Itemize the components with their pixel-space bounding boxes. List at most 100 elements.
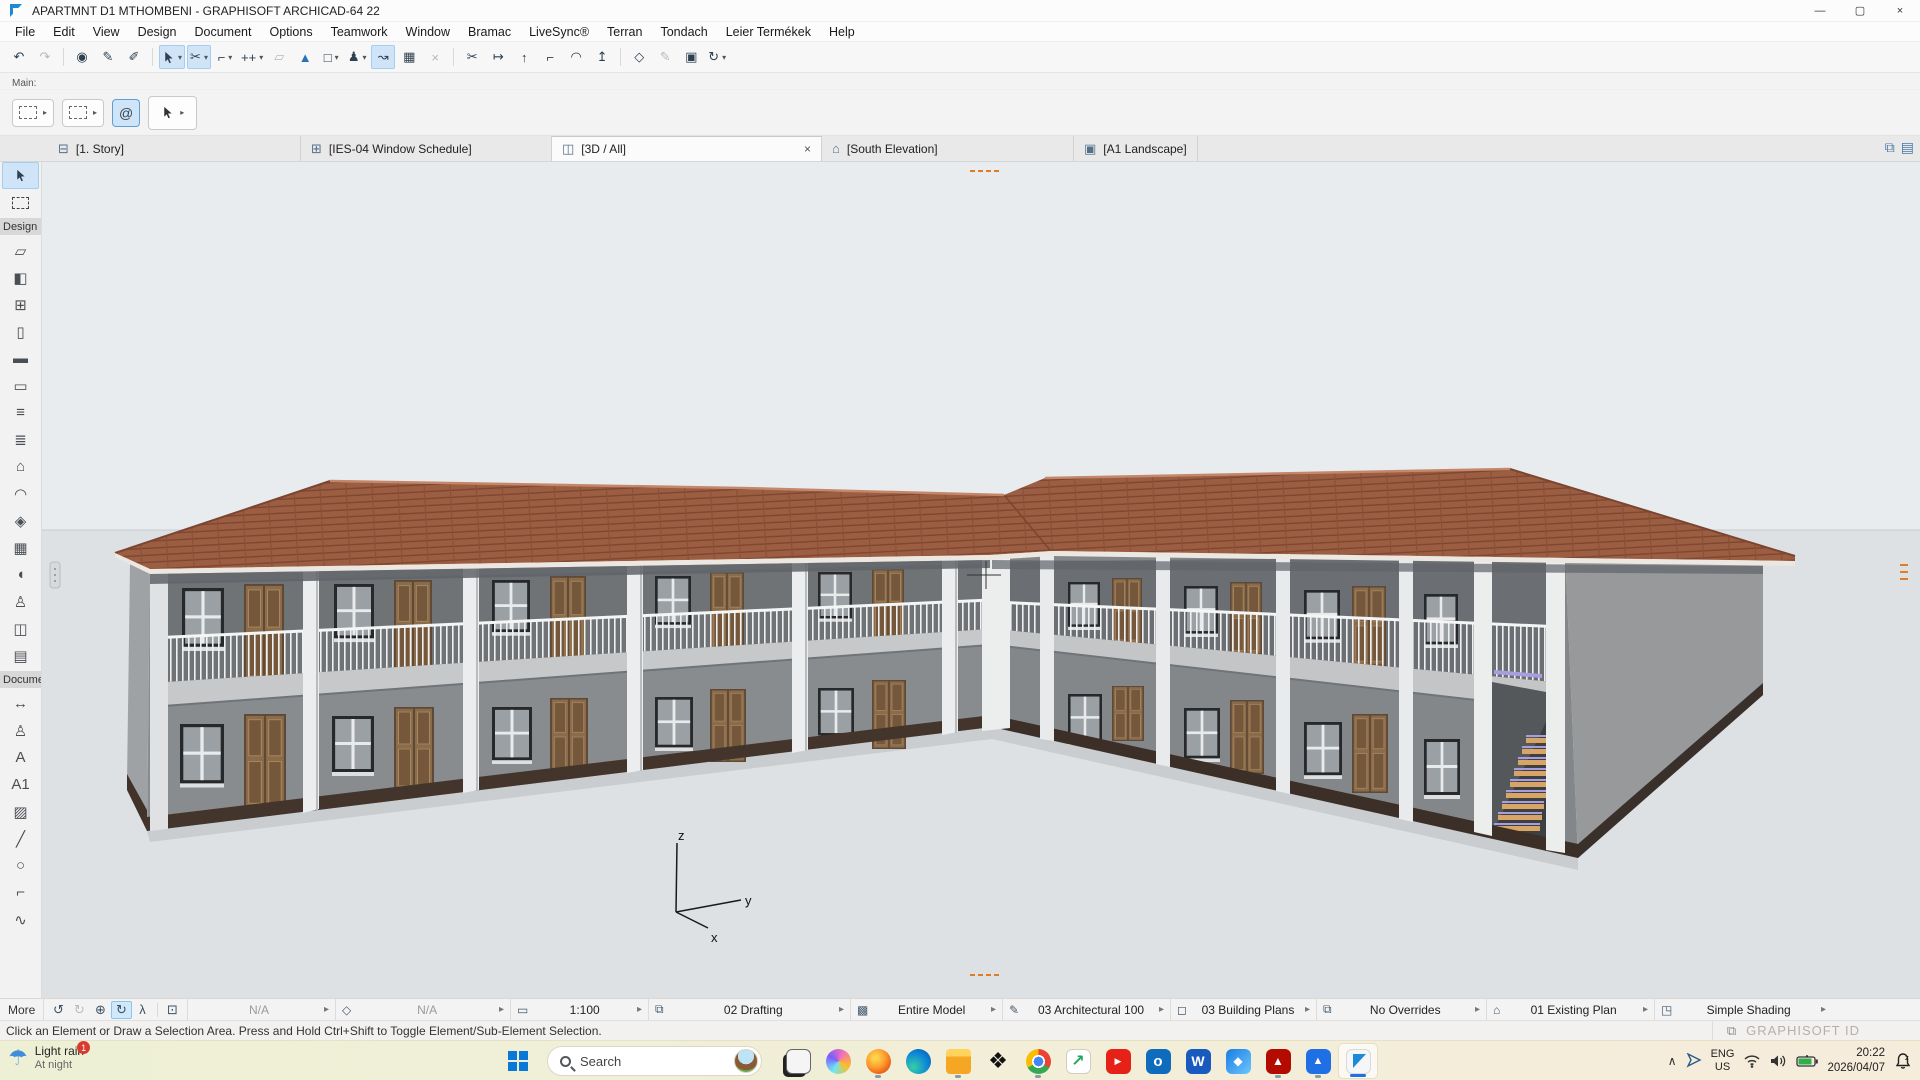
axis-z-label: z — [678, 828, 685, 843]
menu-item[interactable]: Terran — [598, 23, 651, 41]
segment-flyout-icon[interactable]: ▸ — [991, 1004, 996, 1015]
archicad-app-icon — [10, 4, 24, 17]
tab-overview-icon[interactable]: ⧉ — [1885, 139, 1895, 156]
graphisoft-id-label: GRAPHISOFT ID — [1746, 1023, 1860, 1038]
weather-widget[interactable]: ☂ 1 Light rain At night — [8, 1044, 84, 1072]
menu-item[interactable]: View — [84, 23, 129, 41]
segment-flyout-icon[interactable]: ▸ — [839, 1004, 844, 1015]
language-indicator[interactable]: ENG US — [1711, 1048, 1735, 1073]
segment-flyout-icon[interactable]: ▸ — [1643, 1004, 1648, 1015]
windows-taskbar: ☂ 1 Light rain At night Search — [0, 1040, 1920, 1080]
flyout-arrow-icon[interactable]: ▸ — [43, 108, 47, 117]
tab-label: [A1 Landscape] — [1103, 142, 1186, 156]
minimize-button[interactable]: — — [1800, 0, 1840, 21]
restore-windows-icon[interactable]: ⧉ — [1727, 1023, 1736, 1039]
tab-type-icon: ⊟ — [58, 141, 69, 157]
segment-icon: ⧉ — [1323, 1002, 1332, 1017]
running-indicator — [875, 1075, 881, 1078]
main-palette: ▸ ▸ @ ▸ — [0, 90, 1920, 136]
segment-flyout-icon[interactable]: ▸ — [1159, 1004, 1164, 1015]
tab-type-icon: ◫ — [562, 141, 574, 157]
location-icon[interactable] — [1686, 1053, 1702, 1069]
quick-options-segments: N/A ▸ ◇ N/A ▸ ▭ 1:100 ▸ ⧉ 02 Drafti — [187, 999, 1920, 1020]
menu-bar: FileEditViewDesignDocumentOptionsTeamwor… — [0, 22, 1920, 42]
marquee-box-icon — [12, 197, 29, 209]
segment-icon: ⧉ — [655, 1002, 664, 1017]
flyout-arrow-icon[interactable]: ▸ — [93, 108, 97, 117]
3d-viewport[interactable]: z y x — [42, 162, 1920, 998]
clock[interactable]: 20:22 2026/04/07 — [1827, 1046, 1885, 1076]
menu-item[interactable]: Help — [820, 23, 864, 41]
segment-icon: ⌂ — [1493, 1003, 1500, 1017]
dropdown-arrow-icon[interactable]: ▾ — [722, 53, 726, 62]
wifi-icon[interactable] — [1743, 1054, 1761, 1068]
search-box[interactable]: Search — [547, 1046, 762, 1076]
status-message: Click an Element or Draw a Selection Are… — [0, 1024, 1712, 1038]
segment-icon: ◳ — [1661, 1003, 1672, 1017]
dropdown-arrow-icon[interactable]: ▾ — [363, 53, 367, 62]
system-tray: ∧ ENG US 20:22 2026/04/07 z — [1668, 1041, 1912, 1080]
menu-item[interactable]: Leier Termékek — [717, 23, 820, 41]
menu-item[interactable]: Edit — [44, 23, 84, 41]
sky — [42, 162, 1920, 530]
dropdown-arrow-icon[interactable]: ▾ — [204, 53, 208, 62]
menu-item[interactable]: LiveSync® — [520, 23, 598, 41]
segment-flyout-icon[interactable]: ▸ — [324, 1004, 329, 1015]
tray-date: 2026/04/07 — [1827, 1061, 1885, 1076]
tab-label: [3D / All] — [581, 142, 626, 156]
battery-icon[interactable] — [1796, 1055, 1818, 1068]
tab-label: [IES-04 Window Schedule] — [329, 142, 472, 156]
archicad-window: APARTMNT D1 MTHOMBENI - GRAPHISOFT ARCHI… — [0, 0, 1920, 1080]
dropdown-arrow-icon[interactable]: ▾ — [228, 53, 232, 62]
menu-item[interactable]: Options — [260, 23, 321, 41]
search-icon — [560, 1056, 571, 1067]
segment-flyout-icon[interactable]: ▸ — [1305, 1004, 1310, 1015]
segment-flyout-icon[interactable]: ▸ — [1475, 1004, 1480, 1015]
menu-item[interactable]: File — [6, 23, 44, 41]
dropdown-arrow-icon[interactable]: ▾ — [335, 53, 339, 62]
umbrella-icon: ☂ — [8, 1045, 28, 1071]
tray-expand-icon[interactable]: ∧ — [1668, 1054, 1677, 1068]
more-button[interactable]: More — [0, 999, 44, 1020]
menu-item[interactable]: Bramac — [459, 23, 520, 41]
tab-type-icon: ▣ — [1084, 141, 1096, 157]
dropdown-arrow-icon[interactable]: ▾ — [259, 53, 263, 62]
cursor-arrow-icon — [161, 105, 174, 120]
navigation-controls: ↺↻⊕↻λ⊡ — [44, 999, 187, 1020]
axis-y-label: y — [745, 893, 752, 908]
segment-flyout-icon[interactable]: ▸ — [637, 1004, 642, 1015]
search-daily-image[interactable] — [734, 1049, 758, 1073]
segment-icon: ▩ — [857, 1003, 868, 1017]
dropdown-arrow-icon[interactable]: ▾ — [178, 53, 182, 62]
svg-text:z: z — [1905, 1054, 1909, 1062]
menu-item[interactable]: Tondach — [651, 23, 716, 41]
menu-item[interactable]: Design — [129, 23, 186, 41]
quick-options-bar: More ↺↻⊕↻λ⊡ N/A ▸ ◇ N/A ▸ ▭ — [0, 998, 1920, 1020]
close-button[interactable]: × — [1880, 0, 1920, 21]
main-palette-label-row: Main: — [0, 73, 1920, 90]
maximize-button[interactable]: ▢ — [1840, 0, 1880, 21]
tab-type-icon: ⌂ — [832, 141, 840, 156]
segment-flyout-icon[interactable]: ▸ — [499, 1004, 504, 1015]
toolbox: Design ▱ ◧ — [0, 162, 42, 998]
title-bar: APARTMNT D1 MTHOMBENI - GRAPHISOFT ARCHI… — [0, 0, 1920, 22]
weather-time-of-day: At night — [35, 1059, 84, 1072]
taskbar-apps: ❖ ↗ ▶ o — [778, 1043, 1378, 1079]
tab-close-icon[interactable]: × — [796, 142, 811, 156]
notification-bell-icon[interactable]: z — [1894, 1052, 1912, 1070]
tab-bar-controls[interactable]: ⧉ ▤ — [1885, 139, 1914, 156]
menu-item[interactable]: Teamwork — [322, 23, 397, 41]
start-button[interactable] — [508, 1051, 528, 1071]
segment-icon: ✎ — [1009, 1003, 1019, 1017]
flyout-arrow-icon[interactable]: ▸ — [180, 108, 184, 117]
viewport-side-handle[interactable] — [50, 562, 60, 588]
tab-list-icon[interactable]: ▤ — [1901, 139, 1914, 156]
speaker-icon[interactable] — [1770, 1054, 1787, 1068]
selection-box-icon — [19, 106, 37, 119]
3d-model-view[interactable]: z y x — [42, 162, 1920, 998]
graphisoft-id-panel[interactable]: ⧉ GRAPHISOFT ID — [1712, 1021, 1874, 1040]
notification-badge: 1 — [77, 1041, 90, 1054]
menu-item[interactable]: Document — [186, 23, 261, 41]
segment-flyout-icon[interactable]: ▸ — [1821, 1004, 1826, 1015]
menu-item[interactable]: Window — [397, 23, 459, 41]
